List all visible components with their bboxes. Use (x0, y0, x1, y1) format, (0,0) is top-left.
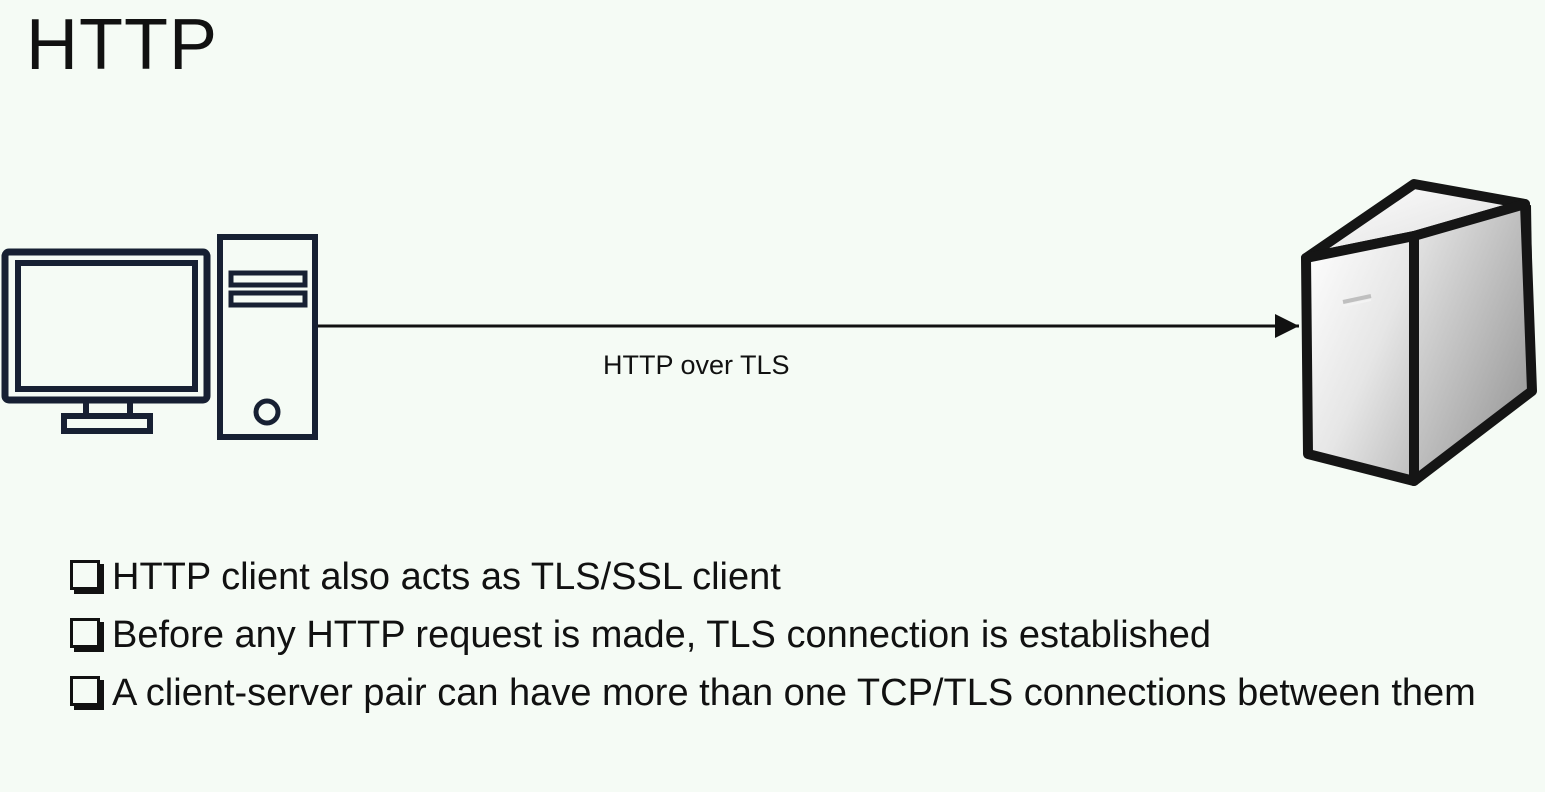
checkbox-icon (70, 676, 100, 706)
bullet-item: Before any HTTP request is made, TLS con… (70, 606, 1490, 664)
checkbox-icon (70, 560, 100, 590)
connection-label: HTTP over TLS (603, 350, 790, 380)
monitor-icon (1, 248, 211, 434)
bullet-text: Before any HTTP request is made, TLS con… (112, 614, 1212, 656)
computer-tower-icon (217, 234, 318, 440)
slide: HTTP HTTP over TLS HTTP client also acts… (0, 0, 1545, 792)
bullet-item: A client-server pair can have more than … (70, 664, 1490, 722)
bullet-list: HTTP client also acts as TLS/SSL client … (70, 548, 1490, 722)
bullet-text: A client-server pair can have more than … (112, 672, 1476, 714)
desktop-computer-icon (1, 234, 318, 440)
bullet-item: HTTP client also acts as TLS/SSL client (70, 548, 1490, 606)
checkbox-icon (70, 618, 100, 648)
server-tower-icon (1301, 179, 1537, 486)
bullet-text: HTTP client also acts as TLS/SSL client (112, 556, 781, 598)
